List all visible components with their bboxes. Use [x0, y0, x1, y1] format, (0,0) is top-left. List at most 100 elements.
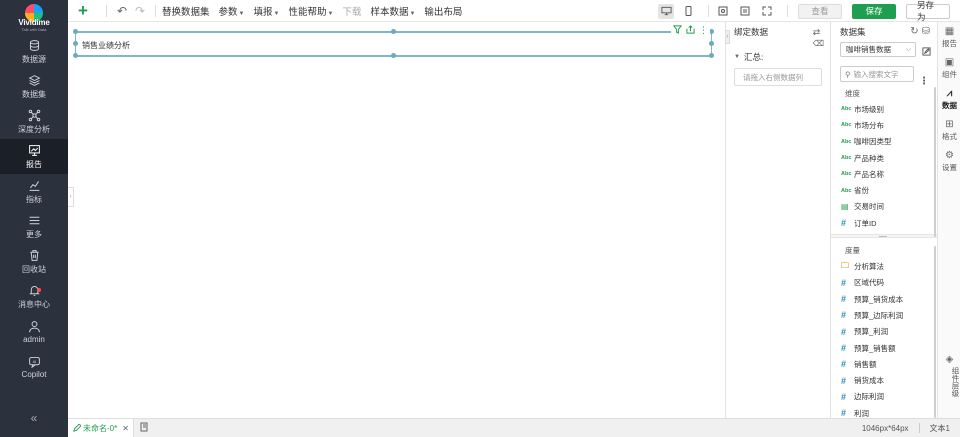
- resize-handle[interactable]: [73, 41, 78, 46]
- nav-label: 数据源: [22, 54, 46, 64]
- dimension-scrollbar[interactable]: [934, 87, 936, 237]
- menu-label: 填报: [253, 6, 273, 18]
- menu-performance-help[interactable]: 性能帮助▼: [288, 4, 333, 18]
- menu-output-layout[interactable]: 输出布局: [424, 4, 462, 18]
- collapse-nav-button[interactable]: «: [0, 411, 68, 425]
- resize-handle[interactable]: [709, 53, 714, 58]
- field-item[interactable]: # 利润: [831, 405, 937, 421]
- add-icon[interactable]: +: [74, 1, 92, 20]
- fullscreen-icon[interactable]: [759, 4, 775, 19]
- mobile-icon[interactable]: [680, 4, 696, 19]
- nav-item-deep-analysis[interactable]: 深度分析: [0, 104, 68, 139]
- nav-item-datasource[interactable]: 数据源: [0, 34, 68, 69]
- measure-scrollbar[interactable]: [934, 246, 936, 418]
- number-type-icon: #: [841, 391, 847, 402]
- add-page-icon[interactable]: [140, 422, 149, 434]
- field-item[interactable]: Abc 产品种类: [831, 150, 937, 166]
- field-label: 订单ID: [854, 218, 877, 228]
- page-tab-label: 未命名-0*: [83, 423, 118, 433]
- menu-label: 输出布局: [424, 6, 463, 18]
- report-canvas[interactable]: 销售业绩分析 ⋮ ›: [68, 22, 725, 418]
- resize-handle[interactable]: [73, 53, 78, 58]
- dataset-select[interactable]: 咖啡销售数据 ⌵: [840, 42, 916, 57]
- field-item[interactable]: # 区域代码: [831, 275, 937, 291]
- field-item[interactable]: Abc 产品名称: [831, 166, 937, 182]
- nav-label: 报告: [26, 159, 42, 169]
- expand-left-panel-tab[interactable]: ›: [68, 187, 74, 207]
- menu-replace-dataset[interactable]: 替换数据集: [162, 4, 210, 18]
- component-icon: ▣: [944, 57, 955, 68]
- view-button[interactable]: 查看: [798, 3, 842, 19]
- field-label: 预算_销售额: [854, 343, 896, 353]
- field-item[interactable]: # 销售额: [831, 356, 937, 372]
- menu-fill-report[interactable]: 填报▼: [253, 4, 279, 18]
- summary-section[interactable]: ▼ 汇总:: [726, 48, 830, 66]
- logo[interactable]: Vividime Talk with Data: [0, 0, 68, 34]
- close-icon[interactable]: ✕: [122, 424, 129, 433]
- field-item[interactable]: # 预算_销售额: [831, 340, 937, 356]
- field-item[interactable]: # 预算_边际利润: [831, 307, 937, 323]
- resize-handle[interactable]: [709, 41, 714, 46]
- field-item[interactable]: # 预算_利润: [831, 324, 937, 340]
- undo-icon[interactable]: ↶: [113, 2, 131, 20]
- dataset-tools: ↻⛁: [910, 26, 933, 37]
- edit-dataset-icon[interactable]: [922, 47, 931, 58]
- dimension-list: Abc 市场级别 Abc 市场分布 Abc 咖啡因类型 Abc 产品种类 Abc 产品名称 Abc 省…: [831, 101, 937, 231]
- publish-icon[interactable]: [737, 4, 753, 19]
- menu-parameters[interactable]: 参数▼: [219, 4, 245, 18]
- field-item[interactable]: # 订单ID: [831, 215, 937, 231]
- nav-item-copilot[interactable]: AI Copilot: [0, 349, 68, 384]
- nav-item-messages[interactable]: 消息中心: [0, 279, 68, 314]
- eraser-icon[interactable]: ⌫: [813, 39, 824, 48]
- field-item[interactable]: Abc 咖啡因类型: [831, 134, 937, 150]
- field-item[interactable]: # 销货成本: [831, 372, 937, 388]
- refresh-icon[interactable]: ↻: [910, 26, 921, 37]
- settings-icon: ⚙: [945, 150, 954, 161]
- dataset-select-value: 咖啡销售数据: [846, 45, 891, 54]
- field-item[interactable]: Abc 省份: [831, 182, 937, 198]
- tab-label: 报告: [942, 39, 957, 48]
- tab-report[interactable]: ▦ 报告: [938, 22, 960, 53]
- tab-data[interactable]: ⩘ 数据: [938, 84, 960, 115]
- more-vertical-icon[interactable]: ⋮: [919, 76, 929, 87]
- field-item[interactable]: # 边际利润: [831, 389, 937, 405]
- menu-sample-data[interactable]: 样本数据▼: [370, 4, 415, 18]
- tab-component[interactable]: ▣ 组件: [938, 53, 960, 84]
- field-item[interactable]: Abc 市场分布: [831, 117, 937, 133]
- tab-component-layers[interactable]: ◈ 组件层级: [938, 354, 960, 399]
- nav-item-report[interactable]: 报告: [0, 139, 68, 174]
- resize-handle[interactable]: [73, 29, 78, 34]
- more-vertical-icon[interactable]: ⋮: [699, 25, 708, 36]
- menu-download[interactable]: 下载: [342, 4, 361, 18]
- nav-item-dataset[interactable]: 数据集: [0, 69, 68, 104]
- field-item[interactable]: # 预算_销货成本: [831, 291, 937, 307]
- redo-icon[interactable]: ↷: [131, 2, 149, 20]
- desktop-icon[interactable]: [658, 3, 674, 19]
- data-dropzone[interactable]: 请拖入右侧数据列: [734, 68, 822, 86]
- save-as-button[interactable]: 另存为: [906, 0, 950, 22]
- field-search-input[interactable]: ⚲ 输入搜索文字: [840, 66, 914, 82]
- swap-icon[interactable]: ⇄: [813, 27, 821, 37]
- nav-item-metrics[interactable]: 指标: [0, 174, 68, 209]
- nav-item-recycle-bin[interactable]: 回收站: [0, 244, 68, 279]
- save-button[interactable]: 保存: [852, 3, 896, 19]
- resize-handle[interactable]: [391, 29, 396, 34]
- tab-format[interactable]: ⊞ 格式: [938, 115, 960, 146]
- text-component[interactable]: 销售业绩分析 ⋮: [73, 25, 714, 58]
- field-item[interactable]: 🗀 分析算法: [831, 258, 937, 274]
- preview-icon[interactable]: [715, 4, 731, 19]
- page-tab[interactable]: 未命名-0* ✕: [68, 419, 134, 437]
- nav-item-user[interactable]: admin: [0, 314, 68, 349]
- database-settings-icon[interactable]: ⛁: [922, 26, 933, 37]
- section-splitter[interactable]: [831, 234, 937, 239]
- field-label: 预算_边际利润: [854, 310, 904, 320]
- tab-settings[interactable]: ⚙ 设置: [938, 146, 960, 177]
- field-label: 分析算法: [854, 262, 884, 272]
- field-item[interactable]: Abc 市场级别: [831, 101, 937, 117]
- filter-icon[interactable]: [672, 25, 683, 36]
- export-icon[interactable]: [686, 25, 695, 36]
- field-item[interactable]: ▤ 交易时间: [831, 199, 937, 215]
- resize-handle[interactable]: [391, 53, 396, 58]
- nav-item-more[interactable]: 更多: [0, 209, 68, 244]
- bottom-bar: 未命名-0* ✕ 1046px*64px 文本1: [68, 418, 960, 437]
